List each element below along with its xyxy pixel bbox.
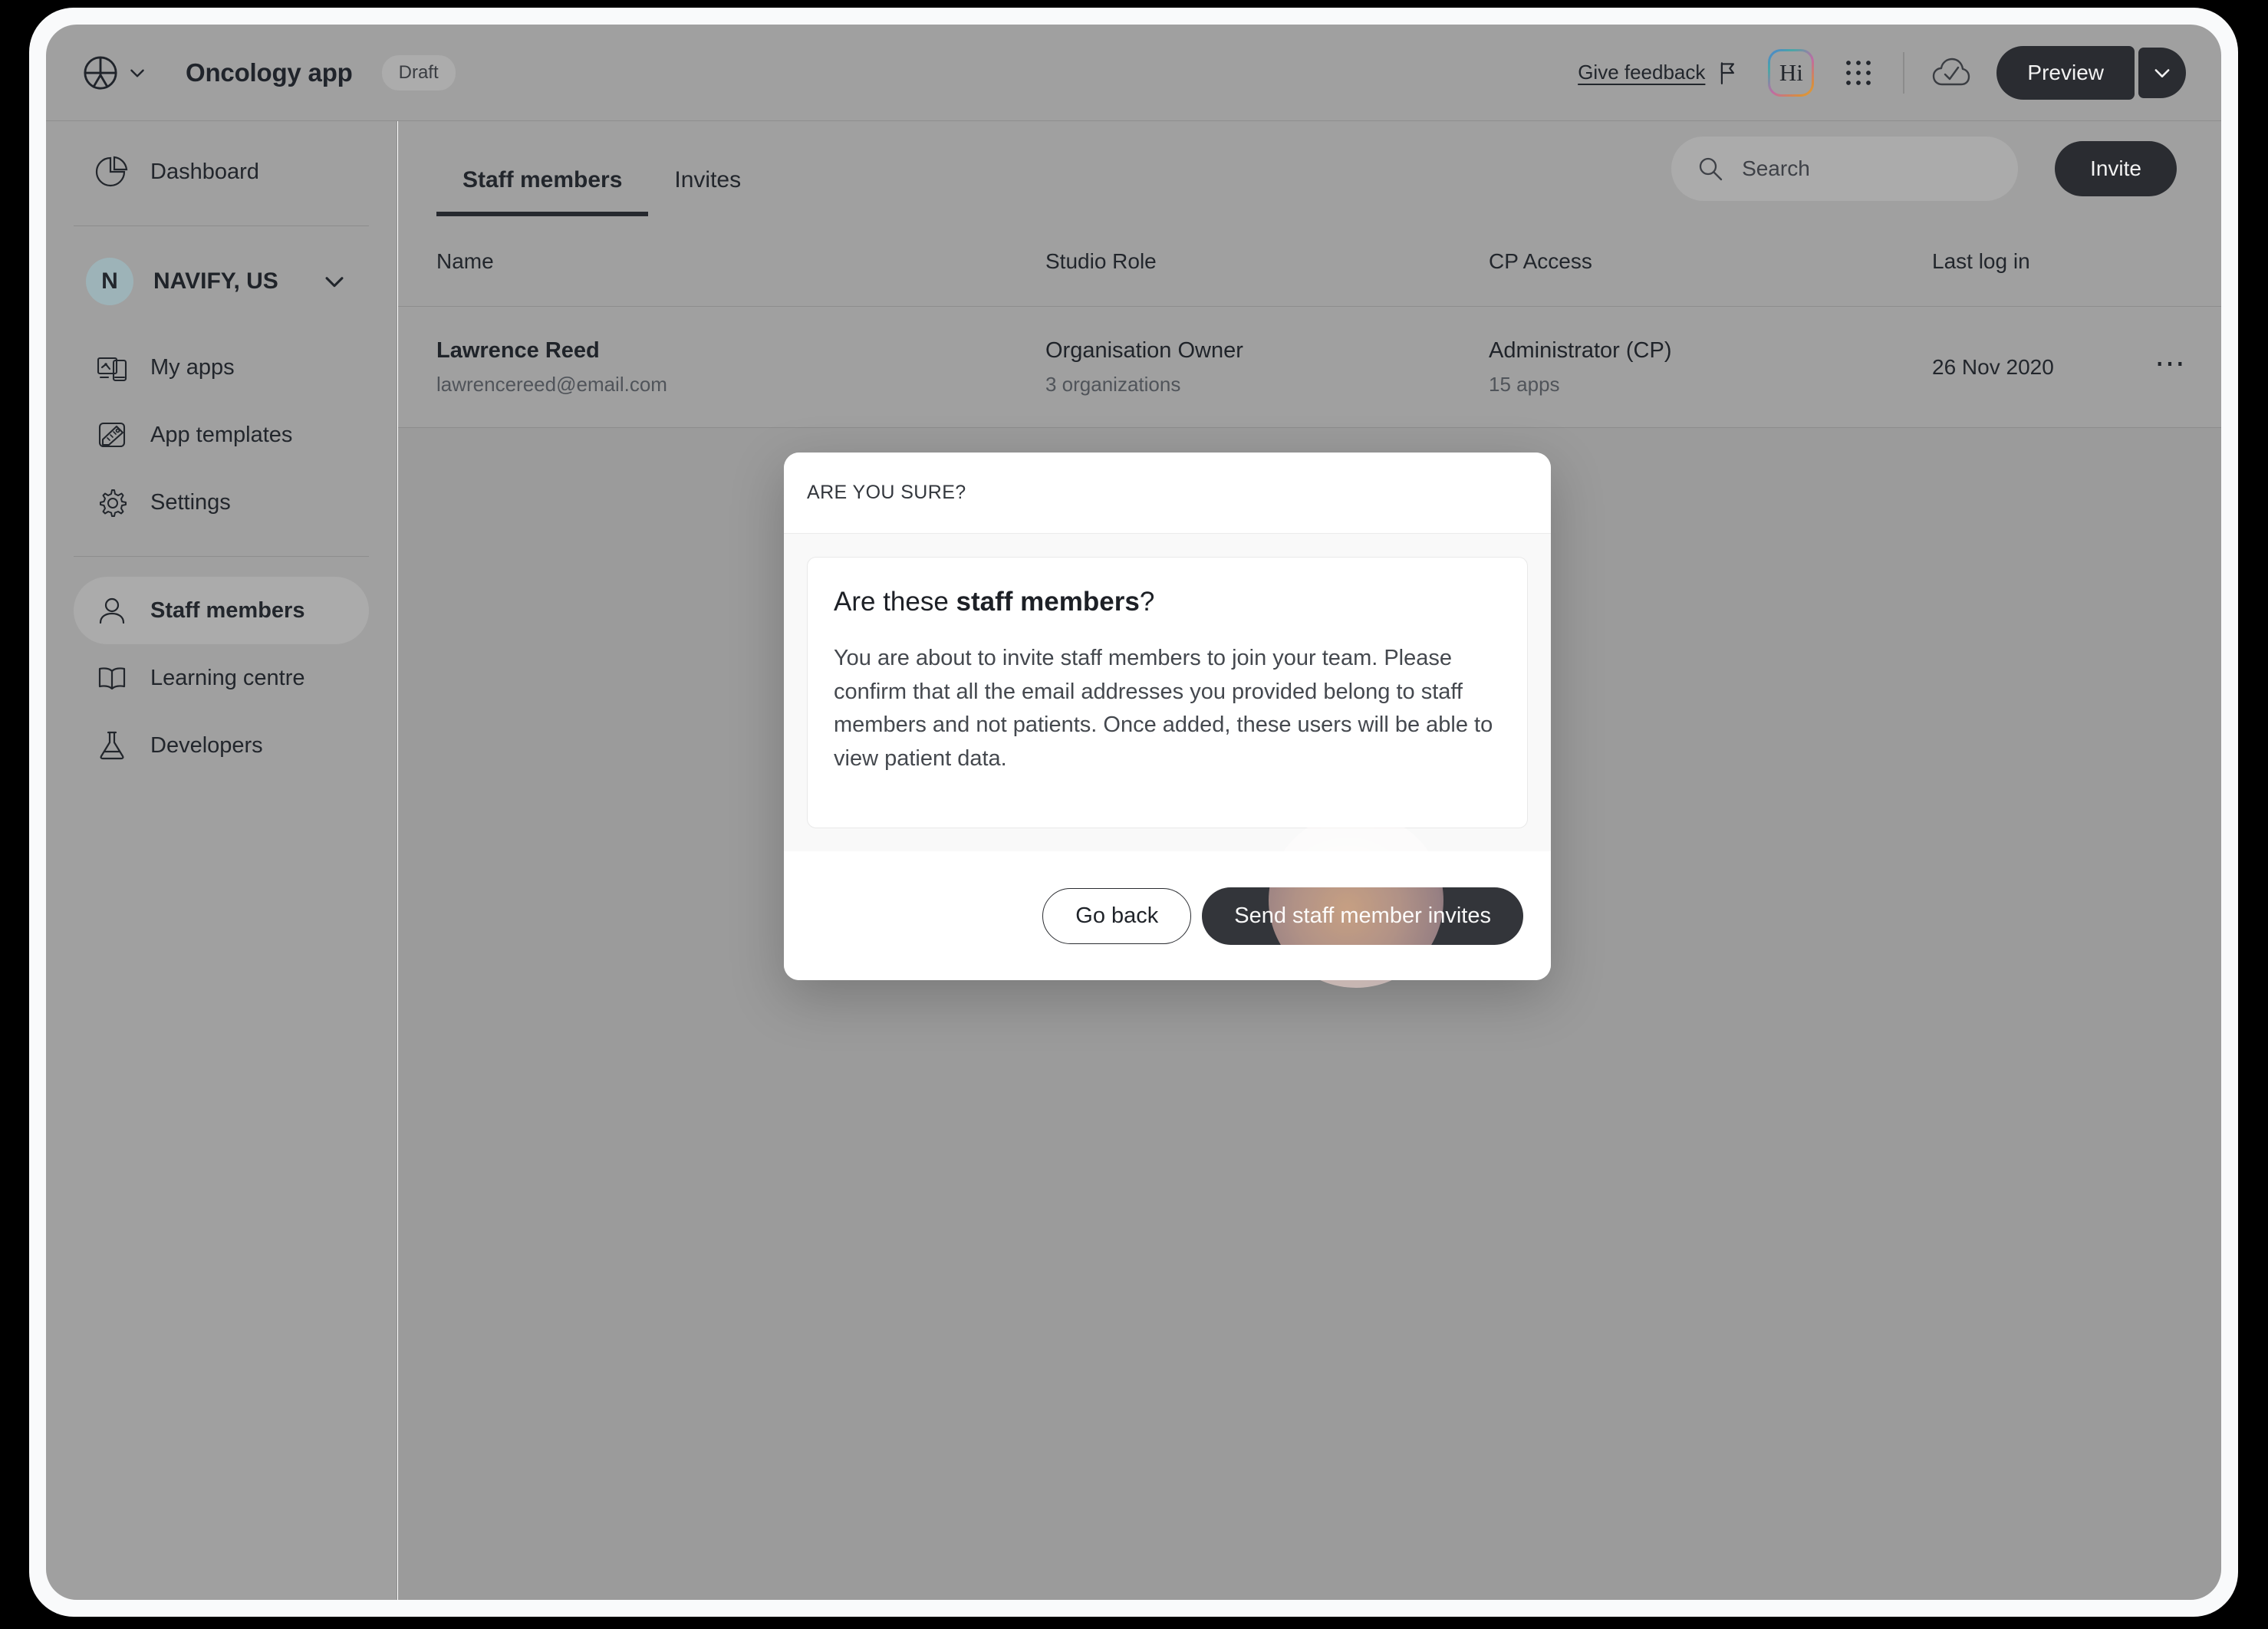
top-bar-actions: Give feedback Hi Preview bbox=[1578, 45, 2221, 100]
modal-footer: Go back Send staff member invites bbox=[784, 851, 1551, 980]
modal-title-prefix: Are these bbox=[834, 587, 956, 617]
sidebar-item-label: My apps bbox=[150, 354, 235, 380]
devices-icon bbox=[97, 357, 127, 382]
sidebar: Dashboard N NAVIFY, US My apps App templ… bbox=[46, 121, 397, 1600]
ellipsis-icon[interactable]: ⋯ bbox=[2154, 347, 2187, 380]
sidebar-item-label: Developers bbox=[150, 732, 263, 758]
cell-actions: ⋯ bbox=[2154, 348, 2187, 379]
user-icon bbox=[99, 597, 125, 624]
modal-eyebrow: ARE YOU SURE? bbox=[807, 482, 966, 503]
table-header-row: Name Studio Role CP Access Last log in bbox=[398, 216, 2221, 307]
hi-assistant-badge[interactable]: Hi bbox=[1768, 48, 1815, 97]
content-header: Staff members Invites Search Invite bbox=[398, 121, 2221, 216]
sidebar-item-dashboard[interactable]: Dashboard bbox=[74, 138, 369, 206]
preview-dropdown-button[interactable] bbox=[2138, 47, 2186, 98]
chevron-down-icon bbox=[2154, 68, 2170, 77]
give-feedback-link[interactable]: Give feedback bbox=[1578, 61, 1705, 84]
sidebar-item-label: App templates bbox=[150, 422, 293, 447]
top-bar: Oncology app Draft Give feedback Hi Prev… bbox=[46, 25, 2221, 121]
organization-switcher[interactable]: N NAVIFY, US bbox=[74, 246, 369, 317]
confirmation-modal: ARE YOU SURE? Are these staff members? Y… bbox=[784, 452, 1551, 980]
page-title: Oncology app bbox=[186, 58, 353, 87]
content-header-actions: Search Invite bbox=[1671, 137, 2177, 201]
modal-card: Are these staff members? You are about t… bbox=[807, 557, 1528, 828]
brand-group[interactable]: Oncology app Draft bbox=[46, 54, 456, 90]
flask-icon bbox=[100, 731, 124, 760]
organizations-count: 3 organizations bbox=[1045, 372, 1181, 396]
sidebar-item-label: Dashboard bbox=[150, 159, 259, 184]
preview-button-group: Preview bbox=[1996, 45, 2186, 100]
cell-studio-role: Organisation Owner 3 organizations bbox=[1045, 338, 1489, 397]
apps-grid-icon[interactable] bbox=[1843, 58, 1874, 88]
modal-title-bold: staff members bbox=[956, 587, 1140, 617]
gear-icon bbox=[100, 489, 127, 517]
template-ruler-icon bbox=[98, 422, 126, 448]
go-back-button[interactable]: Go back bbox=[1042, 887, 1192, 944]
tab-bar: Staff members Invites bbox=[436, 121, 767, 216]
search-input[interactable]: Search bbox=[1671, 137, 2019, 201]
sidebar-divider-2 bbox=[74, 556, 369, 557]
sidebar-item-label: Staff members bbox=[150, 597, 305, 623]
tab-staff-members[interactable]: Staff members bbox=[436, 167, 649, 216]
modal-header: ARE YOU SURE? bbox=[784, 452, 1551, 534]
toolbar-divider bbox=[1903, 51, 1905, 94]
modal-body: Are these staff members? You are about t… bbox=[784, 534, 1551, 851]
staff-name: Lawrence Reed bbox=[436, 337, 600, 363]
column-header-cp-access: CP Access bbox=[1489, 248, 1592, 273]
cp-access-value: Administrator (CP) bbox=[1489, 337, 1672, 363]
book-icon bbox=[98, 667, 126, 690]
sidebar-item-my-apps[interactable]: My apps bbox=[74, 334, 369, 401]
sidebar-item-settings[interactable]: Settings bbox=[74, 469, 369, 536]
search-icon bbox=[1699, 157, 1723, 181]
sidebar-item-label: Learning centre bbox=[150, 665, 305, 690]
avatar: N bbox=[86, 258, 133, 305]
sidebar-item-label: Settings bbox=[150, 489, 231, 515]
last-login-value: 26 Nov 2020 bbox=[1932, 354, 2054, 379]
modal-description: You are about to invite staff members to… bbox=[834, 646, 1493, 771]
modal-title: Are these staff members? bbox=[834, 587, 1501, 617]
column-header-last-log-in: Last log in bbox=[1932, 248, 2030, 273]
cell-name: Lawrence Reed lawrencereed@email.com bbox=[436, 338, 1045, 397]
apps-count: 15 apps bbox=[1489, 372, 1560, 396]
invite-button[interactable]: Invite bbox=[2055, 141, 2177, 196]
preview-button[interactable]: Preview bbox=[1996, 45, 2135, 100]
send-staff-member-invites-button[interactable]: Send staff member invites bbox=[1202, 887, 1523, 945]
sidebar-divider-1 bbox=[74, 225, 369, 226]
tab-invites[interactable]: Invites bbox=[648, 167, 767, 216]
pie-chart-icon bbox=[95, 156, 128, 187]
sidebar-item-staff-members[interactable]: Staff members bbox=[74, 577, 369, 644]
studio-role-value: Organisation Owner bbox=[1045, 337, 1243, 363]
hi-badge-label: Hi bbox=[1770, 51, 1812, 94]
table-row[interactable]: Lawrence Reed lawrencereed@email.com Org… bbox=[398, 307, 2221, 428]
flag-icon[interactable] bbox=[1717, 61, 1739, 84]
organization-name: NAVIFY, US bbox=[153, 268, 278, 294]
cloud-check-icon[interactable] bbox=[1932, 56, 1970, 90]
sidebar-item-app-templates[interactable]: App templates bbox=[74, 401, 369, 469]
cell-last-log-in: 26 Nov 2020 bbox=[1932, 355, 2154, 380]
staff-email: lawrencereed@email.com bbox=[436, 372, 667, 396]
app-viewport: Oncology app Draft Give feedback Hi Prev… bbox=[46, 25, 2221, 1600]
status-badge: Draft bbox=[381, 54, 456, 90]
chevron-down-icon[interactable] bbox=[321, 268, 347, 295]
chevron-down-icon[interactable] bbox=[127, 63, 147, 83]
accessibility-circle-icon[interactable] bbox=[83, 55, 118, 90]
cell-cp-access: Administrator (CP) 15 apps bbox=[1489, 338, 1932, 397]
browser-window-frame: Oncology app Draft Give feedback Hi Prev… bbox=[29, 8, 2238, 1617]
column-header-name: Name bbox=[436, 248, 494, 273]
sidebar-item-developers[interactable]: Developers bbox=[74, 712, 369, 779]
column-header-studio-role: Studio Role bbox=[1045, 248, 1157, 273]
sidebar-item-learning-centre[interactable]: Learning centre bbox=[74, 644, 369, 712]
modal-title-suffix: ? bbox=[1139, 587, 1155, 617]
search-placeholder: Search bbox=[1742, 156, 1810, 180]
